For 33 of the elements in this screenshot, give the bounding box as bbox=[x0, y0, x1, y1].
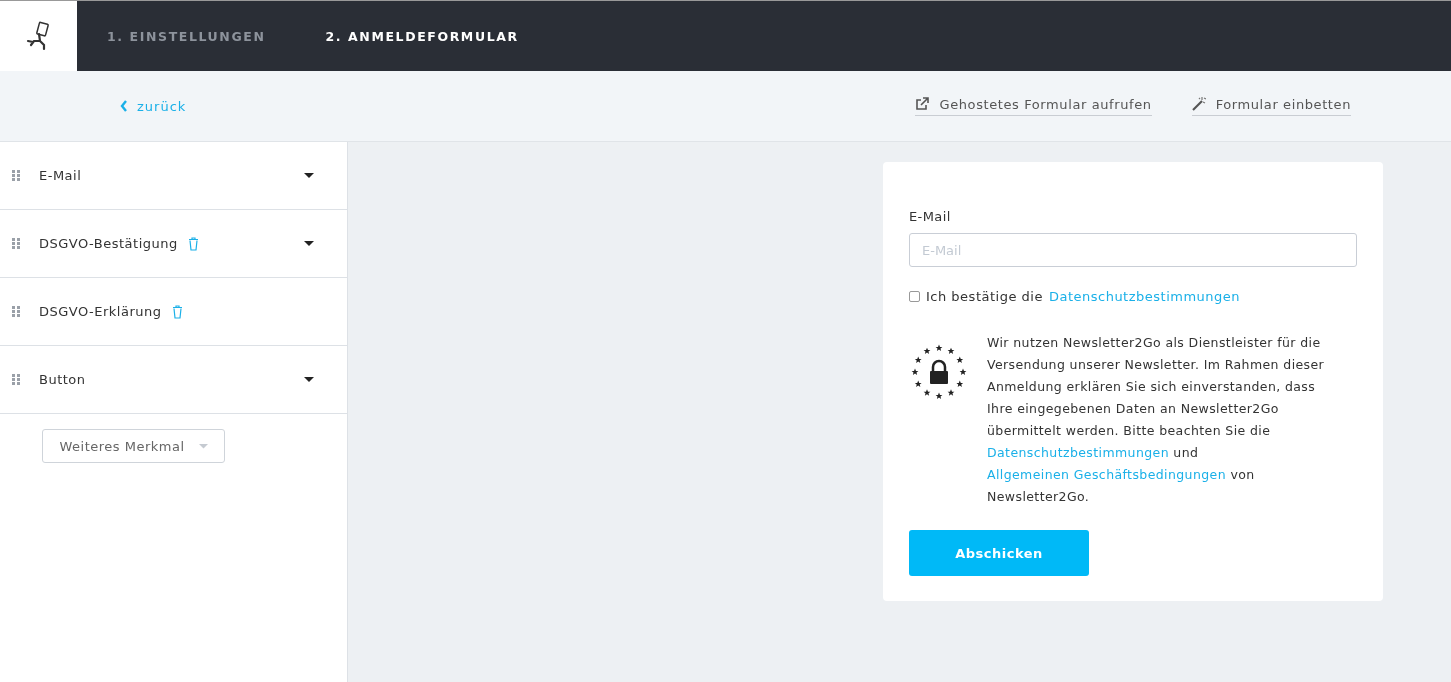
privacy-notice: Wir nutzen Newsletter2Go als Dienstleister für die Versendung unserer Newsletter. Im Rahmen dieser Anmeldung erklären Sie sich einverstanden, dass Ihre eingegebenen Daten an Newsletter2Go übermittelt werden. Bitte beachten Sie die Datenschutzbestimmungen und Allgemeinen Geschäftsbedingungen von Newsletter2Go. bbox=[987, 334, 1326, 506]
consent-checkbox[interactable] bbox=[909, 291, 920, 302]
drag-handle-icon bbox=[12, 306, 20, 317]
field-label: DSGVO-Erklärung bbox=[39, 304, 162, 319]
action-link[interactable]: Formular einbetten bbox=[1191, 96, 1351, 116]
drag-handle-icon bbox=[12, 170, 20, 181]
external-link-icon bbox=[915, 97, 930, 111]
field-row[interactable]: DSGVO-Erklärung bbox=[0, 278, 347, 346]
field-row[interactable]: DSGVO-Bestätigung bbox=[0, 210, 347, 278]
field-label: E-Mail bbox=[39, 168, 82, 183]
action-label: Gehostetes Formular aufrufen bbox=[939, 96, 1152, 112]
add-field-dropdown[interactable]: Weiteres Merkmal bbox=[42, 429, 225, 463]
field-label: Button bbox=[39, 372, 86, 387]
magic-wand-icon bbox=[1191, 97, 1206, 111]
consent-text: Ich bestätige die bbox=[926, 289, 1043, 304]
field-row[interactable]: Button bbox=[0, 346, 347, 414]
caret-down-icon bbox=[198, 443, 208, 449]
running-figure-icon bbox=[25, 21, 52, 51]
drag-handle-icon bbox=[12, 374, 20, 385]
action-label: Formular einbetten bbox=[1215, 96, 1351, 112]
caret-down-icon[interactable] bbox=[304, 240, 314, 247]
back-label: zurück bbox=[137, 98, 187, 114]
step-tab[interactable]: 1. EINSTELLUNGEN bbox=[107, 28, 266, 44]
field-row[interactable]: E-Mail bbox=[0, 142, 347, 210]
caret-down-icon[interactable] bbox=[304, 172, 314, 179]
chevron-left-icon bbox=[120, 100, 128, 112]
step-tab[interactable]: 2. ANMELDEFORMULAR bbox=[325, 28, 519, 44]
email-field[interactable]: E-Mail bbox=[909, 233, 1357, 267]
action-link[interactable]: Gehostetes Formular aufrufen bbox=[915, 96, 1152, 116]
drag-handle-icon bbox=[12, 238, 20, 249]
caret-down-icon[interactable] bbox=[304, 376, 314, 383]
field-label: DSGVO-Bestätigung bbox=[39, 236, 178, 251]
email-label: E-Mail bbox=[909, 209, 951, 224]
